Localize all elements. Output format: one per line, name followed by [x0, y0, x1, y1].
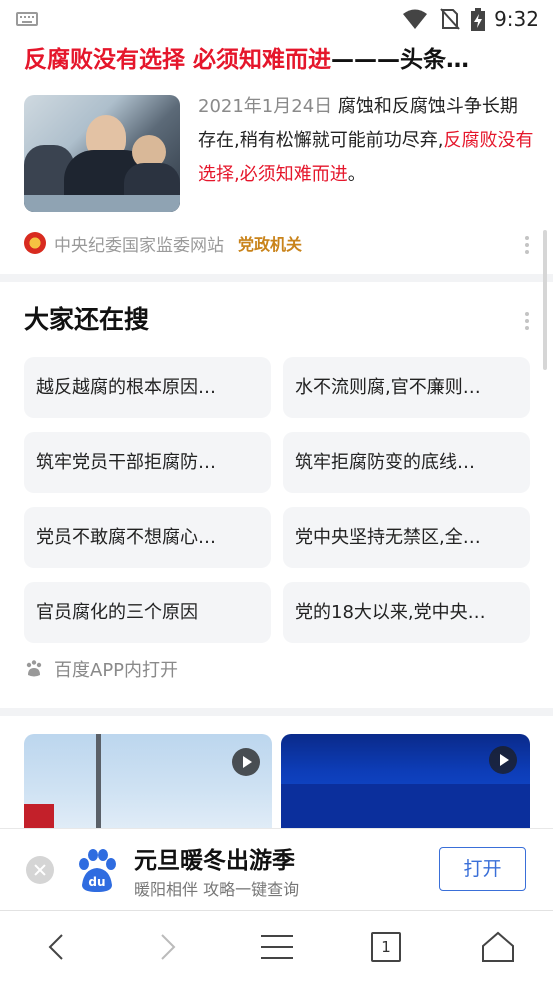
- keyboard-icon: [16, 12, 38, 26]
- section-divider: [0, 708, 553, 716]
- bottom-navbar: [0, 910, 553, 983]
- result-thumbnail[interactable]: [24, 95, 180, 212]
- result-title[interactable]: 反腐败没有选择 必须知难而进———头条…: [24, 44, 534, 76]
- search-result-card[interactable]: 反腐败没有选择 必须知难而进———头条… 2021年1月24日 腐蚀和反腐蚀斗争…: [0, 38, 553, 274]
- related-search-item[interactable]: 水不流则腐,官不廉则…: [283, 357, 530, 418]
- home-icon[interactable]: [478, 929, 518, 965]
- related-search-item[interactable]: 越反越腐的根本原因…: [24, 357, 271, 418]
- open-in-app-link[interactable]: 百度APP内打开: [24, 656, 178, 682]
- source-tag: 党政机关: [238, 235, 303, 254]
- source-name: 中央纪委国家监委网站: [54, 235, 224, 256]
- wifi-icon: [403, 9, 427, 29]
- related-search-item[interactable]: 党中央坚持无禁区,全…: [283, 507, 530, 568]
- related-search-item[interactable]: 官员腐化的三个原因: [24, 582, 271, 643]
- more-icon[interactable]: [525, 312, 529, 332]
- close-icon[interactable]: [26, 856, 54, 884]
- banner-subtitle: 暖阳相伴 攻略一键查询: [134, 880, 300, 899]
- result-source[interactable]: 中央纪委国家监委网站 党政机关: [24, 228, 302, 258]
- video-section: [0, 716, 553, 828]
- related-searches-card: 大家还在搜 越反越腐的根本原因… 水不流则腐,官不廉则… 筑牢党员干部拒腐防… …: [0, 282, 553, 708]
- play-icon[interactable]: [489, 746, 517, 774]
- related-search-item[interactable]: 党员不敢腐不想腐心…: [24, 507, 271, 568]
- video-thumbnail[interactable]: [24, 734, 272, 828]
- video-thumbnail[interactable]: [281, 734, 530, 828]
- clock: 9:32: [494, 7, 539, 31]
- related-search-item[interactable]: 筑牢党员干部拒腐防…: [24, 432, 271, 493]
- paw-icon: [26, 660, 42, 677]
- status-bar: 9:32: [0, 0, 553, 38]
- tabs-icon[interactable]: 1: [371, 932, 401, 962]
- related-searches-title: 大家还在搜: [24, 305, 150, 334]
- related-search-item[interactable]: 党的18大以来,党中央…: [283, 582, 530, 643]
- play-icon[interactable]: [232, 748, 260, 776]
- svg-text:du: du: [88, 875, 105, 889]
- related-search-item[interactable]: 筑牢拒腐防变的底线…: [283, 432, 530, 493]
- no-sim-icon: [440, 8, 460, 30]
- battery-charging-icon: [471, 8, 485, 31]
- baidu-logo-icon: du: [79, 849, 116, 892]
- emblem-icon: [24, 232, 46, 254]
- more-icon[interactable]: [525, 236, 529, 256]
- banner-title: 元旦暖冬出游季: [134, 848, 295, 874]
- app-promo-banner: du 元旦暖冬出游季 暖阳相伴 攻略一键查询 打开: [0, 828, 553, 910]
- forward-icon[interactable]: [146, 929, 186, 965]
- section-divider: [0, 274, 553, 282]
- result-snippet: 2021年1月24日 腐蚀和反腐蚀斗争长期存在,稍有松懈就可能前功尽弃,反腐败没…: [198, 96, 534, 185]
- open-app-button[interactable]: 打开: [439, 847, 526, 891]
- menu-icon[interactable]: [257, 929, 297, 965]
- back-icon[interactable]: [38, 929, 78, 965]
